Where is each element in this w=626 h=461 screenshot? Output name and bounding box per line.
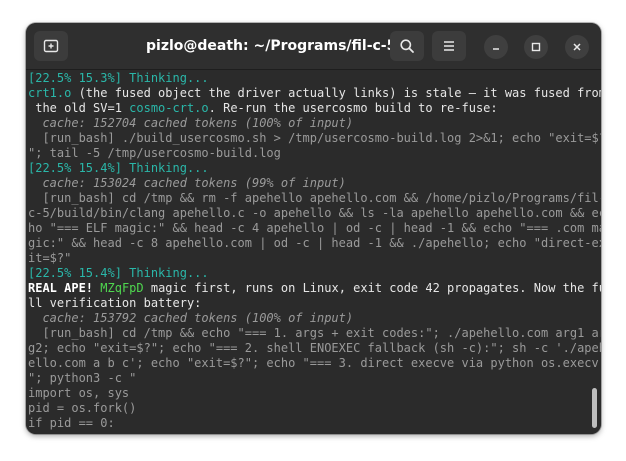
minimize-button[interactable] [484, 35, 508, 59]
terminal-line: [22.5% 15.4%] Thinking... [28, 266, 209, 280]
new-tab-icon [43, 39, 59, 53]
run-bash-line: ho "=== ELF magic:" && head -c 4 apehell… [28, 221, 601, 235]
maximize-icon [531, 42, 541, 52]
new-tab-button[interactable] [34, 31, 68, 61]
run-bash-line: if pid == 0: [28, 416, 115, 430]
scrollbar-thumb[interactable] [592, 388, 597, 428]
terminal-line: ll verification battery: [28, 296, 202, 310]
run-bash-line: g2; echo "exit=$?"; echo "=== 2. shell E… [28, 341, 601, 355]
search-icon [400, 39, 414, 53]
close-icon [573, 43, 581, 51]
terminal-line: REAL APE! MZqFpD magic first, runs on Li… [28, 281, 601, 296]
terminal-line: [22.5% 15.4%] Thinking... [28, 161, 209, 175]
run-bash-line: [run_bash] ./build_usercosmo.sh > /tmp/u… [28, 131, 601, 145]
run-bash-line: it=$?" [28, 251, 72, 265]
filename-highlight: cosmo-crt.o [129, 101, 209, 115]
cache-line: cache: 153792 cached tokens (100% of inp… [28, 311, 354, 325]
run-bash-line: c-5/build/bin/clang apehello.c -o apehel… [28, 206, 601, 220]
run-bash-line: pid = os.fork() [28, 401, 137, 415]
run-bash-line: gic:" && head -c 8 apehello.com | od -c … [28, 236, 601, 250]
run-bash-line: "; tail -5 /tmp/usercosmo-build.log [28, 146, 281, 160]
terminal-text: the old SV=1 [28, 101, 130, 115]
run-bash-line: [run_bash] cd /tmp && rm -f apehello ape… [28, 191, 601, 205]
terminal-line: crt1.o (the fused object the driver actu… [28, 86, 601, 101]
run-bash-line: ello.com a b c'; echo "exit=$?"; echo "=… [28, 356, 601, 370]
titlebar: pizlo@death: ~/Programs/fil-c-5 [26, 23, 601, 70]
filename-highlight: crt1.o [28, 86, 72, 100]
terminal-output[interactable]: [22.5% 15.3%] Thinking... crt1.o (the fu… [26, 70, 601, 434]
emphasis-text: REAL APE! [28, 281, 94, 295]
terminal-text: magic first, runs on Linux, exit code 42… [143, 281, 601, 295]
cache-line: cache: 153024 cached tokens (99% of inpu… [28, 176, 346, 190]
menu-button[interactable] [432, 31, 466, 61]
search-button[interactable] [390, 31, 424, 61]
run-bash-line: "; python3 -c " [28, 371, 137, 385]
terminal-line: the old SV=1 cosmo-crt.o. Re-run the use… [28, 101, 588, 116]
magic-highlight: MZqFpD [100, 281, 144, 295]
terminal-line: [22.5% 15.3%] Thinking... [28, 71, 209, 85]
run-bash-line: import os, sys [28, 386, 130, 400]
hamburger-menu-icon [444, 41, 454, 51]
close-button[interactable] [565, 35, 589, 59]
terminal-text: (the fused object the driver actually li… [71, 86, 601, 100]
window-title: pizlo@death: ~/Programs/fil-c-5 [146, 38, 397, 54]
maximize-button[interactable] [524, 35, 548, 59]
run-bash-line: [run_bash] cd /tmp && echo "=== 1. args … [28, 326, 601, 340]
minimize-icon [493, 48, 499, 50]
terminal-text: . Re-run the usercosmo build to re-fuse: [208, 101, 498, 115]
cache-line: cache: 152704 cached tokens (100% of inp… [28, 116, 354, 130]
terminal-window: pizlo@death: ~/Programs/fil-c-5 [22.5% 1… [26, 23, 601, 434]
